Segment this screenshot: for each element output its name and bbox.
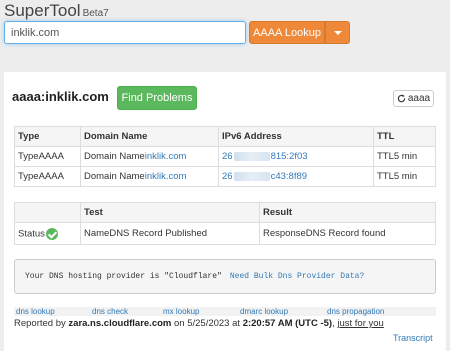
lookup-dropdown-button[interactable] bbox=[325, 21, 350, 44]
just-for-you-link[interactable]: just for you bbox=[337, 318, 383, 329]
caret-down-icon bbox=[333, 30, 342, 35]
col-result: Result bbox=[259, 202, 436, 223]
table-row: TypeAAAA Domain Nameinklik.com 26 c43:8f8… bbox=[14, 166, 436, 187]
ipv6-link[interactable]: 26 c43:8f89 bbox=[222, 171, 307, 182]
table-row: Status NameDNS Record Published Response… bbox=[14, 222, 436, 245]
transcript-link[interactable]: Transcript bbox=[393, 333, 433, 343]
col-type: Type bbox=[14, 126, 81, 147]
reported-on: on 5/25/2023 at bbox=[174, 318, 241, 329]
cell-type: TypeAAAA bbox=[14, 166, 81, 187]
domain-link[interactable]: inklik.com bbox=[145, 151, 187, 162]
cell-domain: Domain Nameinklik.com bbox=[80, 146, 219, 167]
col-status bbox=[14, 202, 81, 223]
ipv6-end: 815:2f03 bbox=[270, 151, 308, 162]
domain-prefix: Domain Name bbox=[84, 171, 145, 182]
test-results-table: Test Result Status NameDNS Record Publis… bbox=[14, 202, 436, 245]
bulk-dns-provider-link[interactable]: Need Bulk Dns Provider Data? bbox=[230, 272, 364, 281]
reported-time: 2:20:57 AM (UTC -5) bbox=[242, 318, 333, 329]
brand-title: SuperTool bbox=[4, 1, 81, 20]
cell-domain: Domain Nameinklik.com bbox=[80, 166, 219, 187]
redacted-blur bbox=[233, 151, 270, 161]
col-ipv6-address: IPv6 Address bbox=[218, 126, 374, 147]
redacted-blur bbox=[233, 171, 270, 181]
search-input[interactable] bbox=[4, 21, 246, 44]
footer-link-dns-lookup[interactable]: dns lookup bbox=[16, 307, 55, 316]
reported-by-line: Reported by zara.ns.cloudflare.com on 5/… bbox=[14, 318, 384, 329]
check-circle-icon bbox=[45, 227, 58, 240]
brand-version: Beta7 bbox=[82, 8, 109, 19]
dns-provider-text: Your DNS hosting provider is "Cloudflare… bbox=[25, 272, 222, 281]
cell-ipv6: 26 c43:8f89 bbox=[218, 166, 374, 187]
table-header-row: Test Result bbox=[14, 202, 436, 223]
reported-prefix: Reported by bbox=[14, 318, 66, 329]
col-test: Test bbox=[80, 202, 260, 223]
cell-status: Status bbox=[14, 222, 81, 245]
col-ttl: TTL bbox=[373, 126, 436, 147]
ipv6-start: 26 bbox=[222, 151, 233, 162]
table-header-row: Type Domain Name IPv6 Address TTL bbox=[14, 126, 436, 147]
aaaa-lookup-button[interactable]: AAAA Lookup bbox=[249, 21, 325, 44]
footer-link-dns-check[interactable]: dns check bbox=[92, 307, 128, 316]
cell-ipv6: 26 815:2f03 bbox=[218, 146, 374, 167]
aaaa-results-table: Type Domain Name IPv6 Address TTL TypeAA… bbox=[14, 126, 436, 187]
footer-links: dns lookup dns check mx lookup dmarc loo… bbox=[14, 307, 436, 316]
footer-link-dns-propagation[interactable]: dns propagation bbox=[327, 307, 384, 316]
result-title: aaaa:inklik.com bbox=[12, 89, 109, 104]
cell-result: ResponseDNS Record found bbox=[259, 222, 436, 245]
cell-ttl: TTL5 min bbox=[373, 166, 436, 187]
cell-type: TypeAAAA bbox=[14, 146, 81, 167]
ipv6-end: c43:8f89 bbox=[270, 171, 308, 182]
ipv6-link[interactable]: 26 815:2f03 bbox=[222, 151, 308, 162]
ipv6-start: 26 bbox=[222, 171, 233, 182]
refresh-button[interactable]: aaaa bbox=[393, 90, 434, 107]
status-label: Status bbox=[18, 228, 45, 240]
find-problems-button[interactable]: Find Problems bbox=[117, 86, 197, 110]
col-domain-name: Domain Name bbox=[80, 126, 219, 147]
result-panel: aaaa:inklik.com Find Problems aaaa Type … bbox=[4, 72, 446, 351]
app-brand: SuperTool Beta7 bbox=[4, 1, 109, 21]
refresh-label: aaaa bbox=[407, 93, 431, 104]
cell-test: NameDNS Record Published bbox=[80, 222, 260, 245]
domain-prefix: Domain Name bbox=[84, 151, 145, 162]
refresh-icon bbox=[397, 94, 406, 103]
table-row: TypeAAAA Domain Nameinklik.com 26 815:2f0… bbox=[14, 146, 436, 167]
reporting-server: zara.ns.cloudflare.com bbox=[68, 318, 172, 329]
cell-ttl: TTL5 min bbox=[373, 146, 436, 167]
footer-link-dmarc-lookup[interactable]: dmarc lookup bbox=[240, 307, 288, 316]
footer-link-mx-lookup[interactable]: mx lookup bbox=[163, 307, 199, 316]
dns-provider-notice: Your DNS hosting provider is "Cloudflare… bbox=[14, 259, 436, 294]
domain-link[interactable]: inklik.com bbox=[145, 171, 187, 182]
